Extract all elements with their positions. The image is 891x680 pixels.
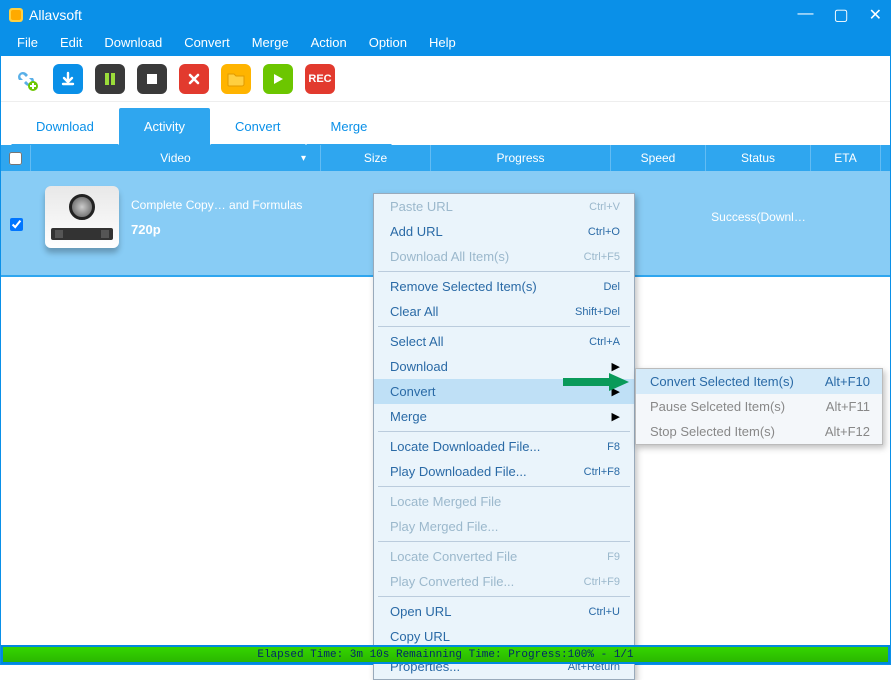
column-speed[interactable]: Speed (641, 151, 676, 165)
tab-bar: DownloadActivityConvertMerge (1, 108, 890, 145)
context-menu: Paste URLCtrl+VAdd URLCtrl+ODownload All… (373, 193, 635, 680)
tab-convert[interactable]: Convert (210, 108, 306, 145)
menu-separator (378, 541, 630, 542)
pause-icon[interactable] (95, 64, 125, 94)
menu-item-remove-selected-item-s[interactable]: Remove Selected Item(s)Del (374, 274, 634, 299)
column-video[interactable]: Video (160, 151, 190, 165)
menu-item-play-downloaded-file[interactable]: Play Downloaded File...Ctrl+F8 (374, 459, 634, 484)
menu-edit[interactable]: Edit (50, 31, 92, 54)
menu-merge[interactable]: Merge (242, 31, 299, 54)
menu-separator (378, 431, 630, 432)
submenu-arrow-icon: ▶ (612, 360, 620, 373)
sort-indicator-icon: ▾ (301, 153, 306, 164)
convert-submenu: Convert Selected Item(s)Alt+F10Pause Sel… (635, 368, 883, 445)
row-checkbox[interactable] (10, 218, 23, 231)
tab-download[interactable]: Download (11, 108, 119, 145)
window-controls: — ▢ ✕ (797, 5, 882, 25)
menu-item-play-merged-file: Play Merged File... (374, 514, 634, 539)
status-text: Elapsed Time: 3m 10s Remainning Time: Pr… (257, 649, 633, 661)
menu-item-locate-converted-file: Locate Converted FileF9 (374, 544, 634, 569)
video-resolution: 720p (131, 222, 302, 237)
menu-item-merge[interactable]: Merge▶ (374, 404, 634, 429)
app-title: Allavsoft (29, 7, 82, 23)
menu-option[interactable]: Option (359, 31, 417, 54)
play-icon[interactable] (263, 64, 293, 94)
paste-url-icon[interactable] (11, 64, 41, 94)
menu-item-open-url[interactable]: Open URLCtrl+U (374, 599, 634, 624)
column-progress[interactable]: Progress (496, 151, 544, 165)
column-header: Video ▾ Size Progress Speed Status ETA (1, 145, 890, 171)
menu-item-paste-url: Paste URLCtrl+V (374, 194, 634, 219)
tab-activity[interactable]: Activity (119, 108, 210, 145)
menu-separator (378, 271, 630, 272)
menu-item-locate-merged-file: Locate Merged File (374, 489, 634, 514)
menu-item-download-all-item-s: Download All Item(s)Ctrl+F5 (374, 244, 634, 269)
annotation-arrow-icon (563, 373, 629, 391)
menu-separator (378, 326, 630, 327)
cell-status: Success(Downl… (706, 210, 811, 224)
menu-item-locate-downloaded-file[interactable]: Locate Downloaded File...F8 (374, 434, 634, 459)
video-thumbnail-icon (45, 186, 119, 248)
tab-merge[interactable]: Merge (306, 108, 393, 145)
column-eta[interactable]: ETA (834, 151, 856, 165)
menu-separator (378, 596, 630, 597)
submenu-arrow-icon: ▶ (612, 410, 620, 423)
menu-item-play-converted-file: Play Converted File...Ctrl+F9 (374, 569, 634, 594)
close-button[interactable]: ✕ (869, 5, 882, 25)
stop-icon[interactable] (137, 64, 167, 94)
column-status[interactable]: Status (741, 151, 775, 165)
column-size[interactable]: Size (364, 151, 387, 165)
submenu-item-pause-selceted-item-s: Pause Selceted Item(s)Alt+F11 (636, 394, 882, 419)
menu-convert[interactable]: Convert (174, 31, 240, 54)
menu-action[interactable]: Action (301, 31, 357, 54)
menu-download[interactable]: Download (94, 31, 172, 54)
maximize-button[interactable]: ▢ (833, 5, 848, 25)
minimize-button[interactable]: — (797, 5, 813, 25)
menu-separator (378, 486, 630, 487)
delete-icon[interactable] (179, 64, 209, 94)
title-bar: Allavsoft — ▢ ✕ (1, 1, 890, 29)
submenu-item-stop-selected-item-s: Stop Selected Item(s)Alt+F12 (636, 419, 882, 444)
menu-help[interactable]: Help (419, 31, 466, 54)
video-title: Complete Copy… and Formulas (131, 198, 302, 212)
menu-item-add-url[interactable]: Add URLCtrl+O (374, 219, 634, 244)
status-bar: Elapsed Time: 3m 10s Remainning Time: Pr… (1, 645, 890, 664)
menu-item-clear-all[interactable]: Clear AllShift+Del (374, 299, 634, 324)
record-button[interactable]: REC (305, 64, 335, 94)
submenu-item-convert-selected-item-s[interactable]: Convert Selected Item(s)Alt+F10 (636, 369, 882, 394)
menu-bar: FileEditDownloadConvertMergeActionOption… (1, 29, 890, 56)
menu-item-select-all[interactable]: Select AllCtrl+A (374, 329, 634, 354)
download-icon[interactable] (53, 64, 83, 94)
menu-file[interactable]: File (7, 31, 48, 54)
open-folder-icon[interactable] (221, 64, 251, 94)
toolbar: REC (1, 56, 890, 102)
app-logo-icon (9, 8, 23, 22)
select-all-checkbox[interactable] (9, 152, 22, 165)
